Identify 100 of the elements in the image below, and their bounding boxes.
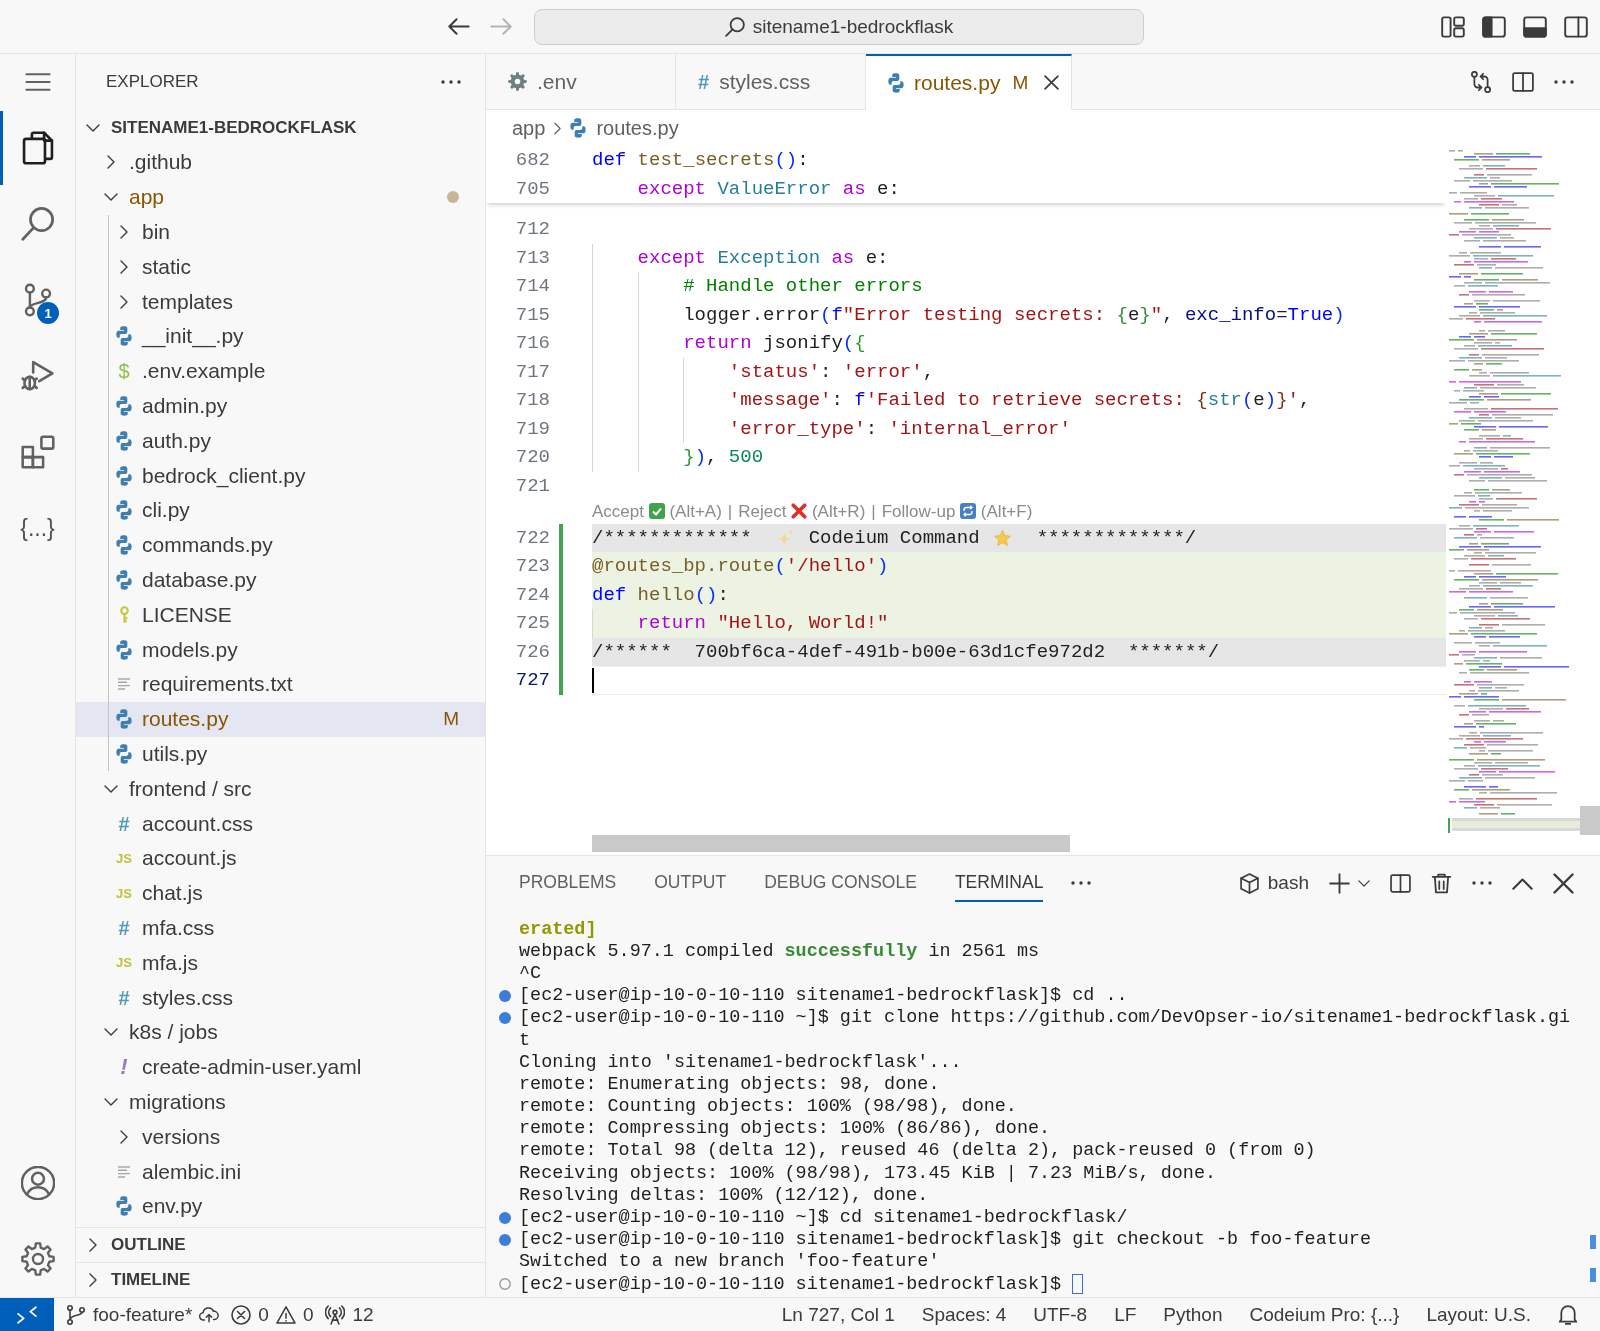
extensions-icon[interactable] (20, 435, 55, 469)
files-icon[interactable] (20, 131, 55, 165)
scrollbar-thumb[interactable] (592, 835, 1070, 852)
status-item[interactable]: Codeium Pro: {...} (1249, 1303, 1400, 1326)
python-file-icon (116, 500, 132, 521)
more-icon[interactable] (1071, 881, 1092, 885)
follow-up-link[interactable]: Follow-up (Alt+F) (881, 501, 1033, 522)
tree-item[interactable]: database.py (76, 562, 485, 598)
search-icon[interactable] (20, 207, 55, 241)
remote-button[interactable] (0, 1298, 54, 1331)
tree-item[interactable]: templates (76, 284, 485, 319)
tree-item[interactable]: utils.py (76, 736, 485, 772)
status-dot-icon[interactable] (499, 1011, 511, 1024)
close-icon[interactable] (1553, 872, 1574, 894)
tree-item[interactable]: k8s / jobs (76, 1014, 485, 1050)
circle-icon[interactable] (499, 1278, 511, 1291)
sidebar-left-icon[interactable] (1482, 15, 1506, 38)
line-number: 682 (514, 148, 550, 173)
more-icon[interactable] (441, 80, 461, 84)
tree-item[interactable]: routes.py M (76, 701, 485, 737)
more-icon[interactable] (1472, 881, 1492, 885)
branch-icon (66, 1304, 86, 1325)
layout-icon[interactable] (1441, 15, 1465, 38)
trash-icon[interactable] (1431, 872, 1452, 894)
panel-tab[interactable]: DEBUG CONSOLE (764, 864, 917, 902)
tree-item[interactable]: migrations (76, 1084, 485, 1120)
tree-item[interactable]: bin (76, 214, 485, 250)
tree-item[interactable]: cli.py (76, 492, 485, 528)
tree-item[interactable]: app (76, 179, 485, 215)
menu-icon[interactable] (24, 73, 51, 91)
tree-item[interactable]: commands.py (76, 527, 485, 563)
panel-bottom-icon[interactable] (1523, 15, 1547, 38)
text-file-icon (117, 678, 131, 691)
editor-tab[interactable]: .env (486, 54, 676, 110)
breadcrumb-item[interactable]: routes.py (570, 116, 679, 140)
line-number: 715 (514, 302, 550, 328)
tree-item[interactable]: versions (76, 1119, 485, 1155)
status-dot-icon[interactable] (499, 989, 511, 1002)
close-icon[interactable] (1044, 75, 1060, 90)
tree-item[interactable]: alembic.ini (76, 1154, 485, 1189)
braces-icon[interactable]: {...} (20, 514, 55, 542)
tree-item[interactable]: models.py (76, 632, 485, 667)
settings-icon[interactable] (20, 1242, 55, 1276)
run-debug-icon[interactable] (20, 359, 55, 393)
split-editor-icon[interactable] (1512, 70, 1534, 93)
folder-header[interactable]: SITENAME1-BEDROCKFLASK (76, 110, 485, 145)
tree-item[interactable]: admin.py (76, 388, 485, 424)
panel-tab[interactable]: TERMINAL (954, 864, 1044, 902)
status-item[interactable]: Spaces: 4 (921, 1303, 1007, 1326)
editor-tab[interactable]: routes.py M (866, 54, 1073, 110)
status-item[interactable]: LF (1114, 1303, 1137, 1326)
branch-status[interactable]: foo-feature* (66, 1303, 220, 1326)
tree-item[interactable]: auth.py (76, 423, 485, 459)
cross-icon (791, 502, 808, 519)
tree-item[interactable]: __init__.py (76, 319, 485, 354)
command-center-search[interactable]: sitename1-bedrockflask (534, 8, 1144, 45)
terminal-selector[interactable]: bash (1238, 872, 1309, 894)
compare-changes-icon[interactable] (1470, 70, 1492, 93)
star-icon (993, 529, 1011, 546)
back-arrow-icon[interactable] (448, 18, 470, 35)
status-item[interactable]: UTF-8 (1033, 1303, 1088, 1326)
tree-item[interactable]: LICENSE (76, 597, 485, 633)
tree-item[interactable]: ! create-admin-user.yaml (76, 1049, 485, 1085)
panel-tab[interactable]: OUTPUT (654, 864, 727, 902)
tree-item[interactable]: static (76, 249, 485, 285)
ports-status[interactable]: 12 (325, 1303, 374, 1326)
code-line: return jsonify({ (592, 329, 1446, 358)
tree-item[interactable]: .github (76, 145, 485, 180)
breadcrumb-item[interactable]: app (512, 116, 546, 140)
split-terminal-icon[interactable] (1390, 872, 1411, 894)
code-line: 'message': f'Failed to retrieve secrets: {str(e)}', (592, 386, 1446, 415)
problems-status[interactable]: 0 0 (231, 1303, 314, 1326)
section-header[interactable]: OUTLINE (76, 1227, 485, 1262)
panel-tab[interactable]: PROBLEMS (519, 864, 617, 902)
tree-item[interactable]: # mfa.css (76, 910, 485, 946)
tree-item[interactable]: frontend / src (76, 771, 485, 807)
tree-item[interactable]: requirements.txt (76, 666, 485, 702)
tree-item[interactable]: JS mfa.js (76, 945, 485, 981)
more-icon[interactable] (1554, 79, 1574, 84)
tree-item[interactable]: bedrock_client.py (76, 458, 485, 493)
scrollbar-thumb[interactable] (1580, 806, 1600, 835)
tree-item[interactable]: JS account.js (76, 840, 485, 876)
line-number: 720 (514, 445, 550, 470)
tree-item[interactable]: JS chat.js (76, 875, 485, 911)
bell-icon[interactable] (1558, 1304, 1578, 1325)
plus-icon[interactable] (1329, 872, 1350, 894)
sidebar-right-icon[interactable] (1564, 15, 1588, 38)
status-dot-icon[interactable] (499, 1233, 511, 1246)
js-icon: JS (116, 851, 132, 865)
status-item[interactable]: Layout: U.S. (1426, 1303, 1531, 1326)
tree-item[interactable]: $ .env.example (76, 353, 485, 389)
tree-item[interactable]: env.py (76, 1188, 485, 1224)
tree-item[interactable]: # styles.css (76, 980, 485, 1015)
account-icon[interactable] (20, 1166, 55, 1200)
tree-item[interactable]: # account.css (76, 806, 485, 841)
hash-icon: # (118, 987, 130, 1008)
git-status-label: M (1012, 71, 1029, 94)
status-dot-icon[interactable] (499, 1211, 511, 1224)
status-item[interactable]: Python (1163, 1303, 1223, 1326)
status-item[interactable]: Ln 727, Col 1 (781, 1303, 895, 1326)
